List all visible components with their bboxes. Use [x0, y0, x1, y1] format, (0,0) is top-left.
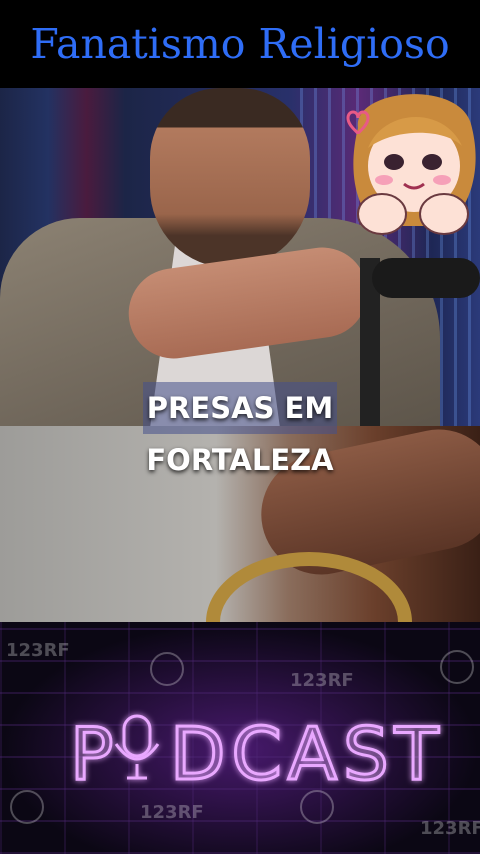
anime-girl-sticker [346, 94, 476, 235]
camera-icon [440, 650, 474, 684]
podcast-neon-logo: P DCAST [69, 711, 445, 795]
watermark-text: 123RF [420, 818, 480, 839]
camera-icon [150, 652, 184, 686]
podcast-banner: 123RF 123RF 123RF 123RF P DCAST [0, 622, 480, 854]
camera-icon [300, 790, 334, 824]
microphone-icon [114, 714, 160, 780]
watermark-text: 123RF [140, 802, 204, 823]
mic-arm [372, 258, 480, 298]
video-caption: PRESAS EM FORTALEZA [0, 382, 480, 486]
camera-icon [10, 790, 44, 824]
caption-line-2: FORTALEZA [146, 443, 334, 477]
watermark-text: 123RF [6, 640, 70, 661]
speaker-head [150, 88, 310, 268]
title-bar: Fanatismo Religioso [0, 0, 480, 88]
video-frame[interactable]: PRESAS EM FORTALEZA [0, 88, 480, 622]
watermark-text: 123RF [290, 670, 354, 691]
podcast-letters-dcast: DCAST [170, 712, 445, 794]
caption-line-1: PRESAS EM [142, 382, 338, 434]
podcast-letter-p: P [70, 712, 119, 794]
page-title: Fanatismo Religioso [30, 20, 450, 68]
